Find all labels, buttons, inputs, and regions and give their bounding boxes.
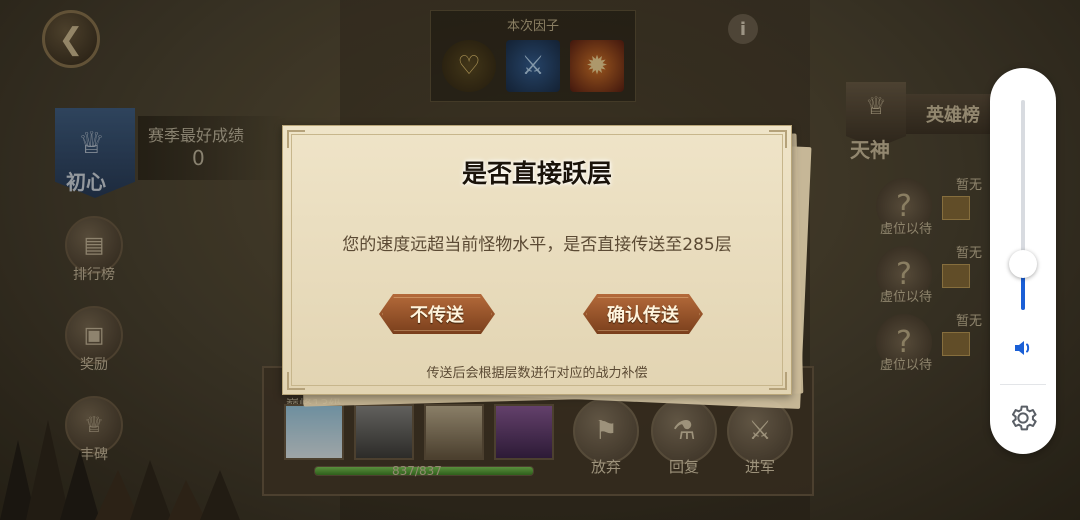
gear-icon[interactable] — [1007, 402, 1039, 434]
cancel-teleport-label: 不传送 — [410, 305, 464, 326]
confirm-teleport-button[interactable]: 确认传送 — [583, 294, 703, 334]
volume-slider-knob[interactable] — [1009, 250, 1037, 278]
dialog-footnote: 传送后会根据层数进行对应的战力补偿 — [426, 366, 648, 381]
cancel-teleport-button[interactable]: 不传送 — [379, 294, 495, 334]
dialog-title: 是否直接跃层 — [461, 159, 612, 188]
corner-ornament — [769, 130, 787, 148]
volume-panel — [990, 68, 1056, 454]
corner-ornament — [287, 130, 305, 148]
confirm-teleport-label: 确认传送 — [607, 305, 679, 326]
dialog-message: 您的速度远超当前怪物水平，是否直接传送至285层 — [342, 235, 732, 255]
jump-floor-dialog: 是否直接跃层 您的速度远超当前怪物水平，是否直接传送至285层 不传送 确认传送… — [282, 125, 792, 395]
volume-panel-divider — [1000, 384, 1046, 385]
speaker-icon[interactable] — [1011, 336, 1035, 360]
